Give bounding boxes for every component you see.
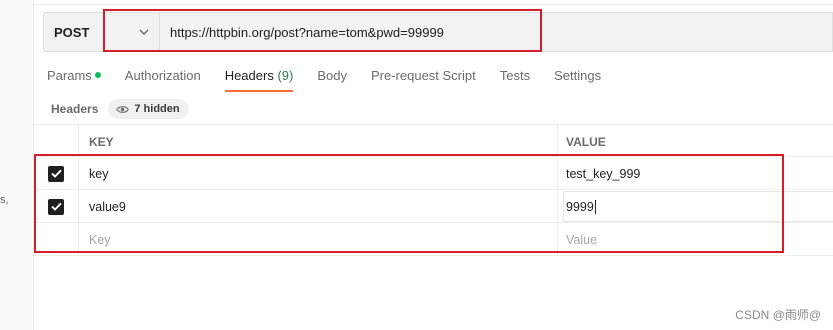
chevron-down-icon — [139, 29, 149, 35]
tab-authorization[interactable]: Authorization — [125, 62, 201, 92]
hidden-headers-label: 7 hidden — [134, 103, 180, 115]
checkmark-icon — [50, 169, 62, 178]
request-url-bar: POST https://httpbin.org/post?name=tom&p… — [43, 12, 833, 52]
url-input[interactable]: https://httpbin.org/post?name=tom&pwd=99… — [170, 13, 444, 51]
text-caret — [594, 199, 596, 214]
header-value-text: 9999 — [566, 199, 594, 214]
row-checkbox[interactable] — [48, 165, 64, 182]
header-checkbox-col — [34, 125, 79, 158]
header-value-field-focused[interactable]: 9999 — [558, 190, 833, 223]
method-label: POST — [54, 24, 90, 40]
table-header-row: KEY VALUE — [34, 124, 833, 158]
table-row: value9 9999 — [34, 190, 833, 223]
hidden-headers-toggle[interactable]: 7 hidden — [108, 99, 189, 119]
row-checkbox-cell — [34, 157, 79, 190]
top-strip — [34, 0, 833, 5]
header-value-field[interactable]: test_key_999 — [558, 157, 833, 190]
method-select[interactable]: POST — [44, 13, 159, 51]
header-key-field[interactable]: value9 — [79, 190, 558, 223]
new-key-field[interactable]: Key — [79, 223, 558, 256]
tab-pre-request-script[interactable]: Pre-request Script — [371, 62, 476, 92]
header-key-field[interactable]: key — [79, 157, 558, 190]
params-status-dot — [94, 72, 101, 78]
tab-tests[interactable]: Tests — [500, 62, 530, 92]
tab-headers-count: (9) — [277, 68, 294, 83]
table-row: key test_key_999 — [34, 157, 833, 190]
tab-headers[interactable]: Headers (9) — [224, 62, 294, 92]
checkmark-icon — [50, 202, 62, 211]
headers-subheader: Headers 7 hidden — [51, 98, 189, 120]
row-checkbox-cell-empty — [34, 223, 79, 256]
tab-headers-label: Headers — [224, 68, 274, 83]
eye-icon — [116, 105, 130, 113]
column-header-value: VALUE — [566, 134, 606, 149]
request-tabs: Params Authorization Headers (9) Body Pr… — [47, 62, 625, 92]
left-sidebar-rail: s, — [0, 0, 34, 330]
tab-body[interactable]: Body — [317, 62, 347, 92]
row-checkbox[interactable] — [48, 198, 64, 215]
headers-table: KEY VALUE key test_key_999 value9 9999 K… — [34, 124, 833, 256]
watermark: CSDN @雨师@ — [735, 308, 821, 322]
row-checkbox-cell — [34, 190, 79, 223]
sidebar-text-fragment: s, — [0, 194, 9, 206]
tab-params-label: Params — [47, 68, 92, 83]
column-header-key: KEY — [79, 125, 558, 158]
new-value-field[interactable]: Value — [558, 223, 833, 256]
url-divider — [159, 13, 160, 51]
table-row-new: Key Value — [34, 223, 833, 256]
tab-settings[interactable]: Settings — [554, 62, 601, 92]
headers-section-title: Headers — [51, 102, 99, 116]
tab-params[interactable]: Params — [47, 62, 101, 92]
